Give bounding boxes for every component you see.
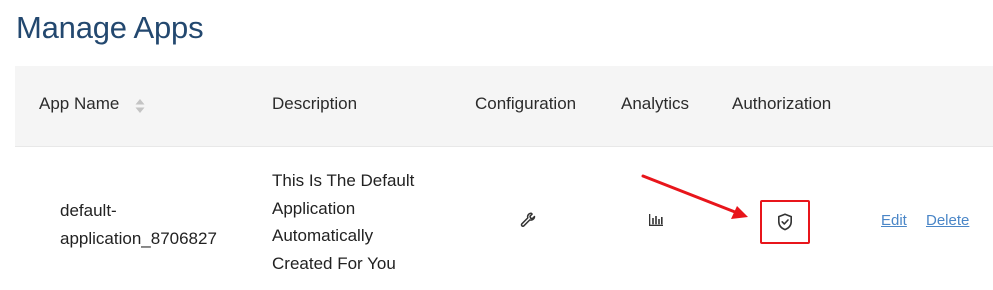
description-line: Created For You: [272, 253, 396, 273]
column-header-analytics: Analytics: [621, 94, 690, 113]
app-name-line: default-: [60, 201, 117, 220]
manage-apps-page: Manage Apps App Name Description Configu…: [0, 0, 993, 290]
table-row: default- application_8706827 This Is The…: [15, 146, 993, 290]
description-line: Application: [272, 198, 356, 218]
wrench-icon: [520, 212, 536, 227]
column-header-authorization: Authorization: [732, 94, 832, 113]
description-line: This Is The Default: [272, 171, 415, 190]
app-name-line: application_8706827: [60, 229, 217, 248]
description-line: Automatically: [272, 226, 374, 245]
shield-check-icon: [778, 213, 792, 231]
page-title: Manage Apps: [16, 10, 204, 45]
sort-icon[interactable]: [134, 97, 146, 115]
edit-link[interactable]: Edit: [881, 212, 907, 229]
bar-chart-icon: [649, 214, 663, 226]
column-header-configuration: Configuration: [475, 94, 577, 113]
analytics-button[interactable]: [645, 209, 667, 231]
authorization-button[interactable]: [775, 211, 795, 233]
configuration-button[interactable]: [517, 209, 539, 231]
column-header-description: Description: [272, 94, 358, 113]
column-header-app-name[interactable]: App Name: [39, 94, 119, 114]
delete-link[interactable]: Delete: [926, 212, 969, 229]
description-cell: This Is The Default Application Automati…: [272, 167, 442, 277]
app-name-cell: default- application_8706827: [60, 197, 250, 253]
table-header: App Name Description Configuration Analy…: [15, 66, 993, 146]
